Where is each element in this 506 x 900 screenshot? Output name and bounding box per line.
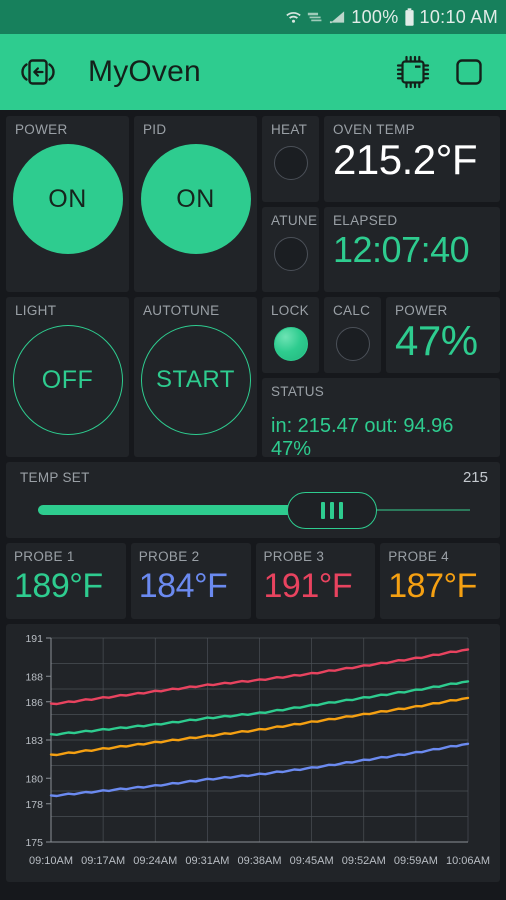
thumb-grip-bar bbox=[338, 502, 343, 519]
chart-x-tick-label: 09:59AM bbox=[394, 855, 438, 867]
wifi-icon bbox=[285, 9, 302, 25]
oven-temp-value: 215.2°F bbox=[333, 136, 478, 183]
power-percent-value: 47% bbox=[395, 317, 478, 364]
oven-temp-label: OVEN TEMP bbox=[333, 122, 415, 137]
lock-indicator-card[interactable]: LOCK bbox=[262, 297, 319, 373]
atune-led bbox=[274, 236, 308, 271]
light-label: LIGHT bbox=[15, 303, 57, 318]
dashboard-content: POWER ON PID ON HEAT ATUNE OVEN TEMP 215… bbox=[0, 110, 506, 882]
thumb-grip-bar bbox=[320, 502, 325, 519]
heat-label: HEAT bbox=[271, 122, 308, 137]
chart-x-tick-label: 09:31AM bbox=[185, 855, 229, 867]
chart-x-tick-label: 10:06AM bbox=[446, 855, 490, 867]
cpu-chip-icon[interactable] bbox=[390, 49, 436, 95]
temp-set-row: TEMP SET 215 bbox=[6, 462, 500, 538]
chart-x-tick-label: 09:38AM bbox=[237, 855, 281, 867]
chart-x-tick-label: 09:52AM bbox=[342, 855, 386, 867]
system-status-bar: 100% 10:10 AM bbox=[0, 0, 506, 34]
oven-temp-card: OVEN TEMP 215.2°F bbox=[324, 116, 500, 202]
lock-led bbox=[274, 327, 308, 361]
chart-y-tick-label: 186 bbox=[25, 697, 43, 709]
atune-indicator-card: ATUNE bbox=[262, 206, 319, 292]
heat-indicator-card: HEAT bbox=[262, 116, 319, 202]
probe-label: PROBE 1 bbox=[14, 549, 75, 564]
chart-y-tick-label: 191 bbox=[25, 633, 43, 645]
elapsed-value: 12:07:40 bbox=[333, 228, 470, 270]
signal-icon bbox=[329, 9, 346, 25]
temperature-chart: 191 188 186 183 180 178 175 09:10AM 09:17AM 09:24… bbox=[25, 633, 490, 867]
probe-card[interactable]: PROBE 4 187°F bbox=[380, 543, 500, 619]
chart-y-tick-label: 175 bbox=[25, 837, 43, 849]
power-percent-card: POWER 47% bbox=[386, 297, 500, 373]
battery-icon bbox=[404, 7, 415, 27]
slider-thumb[interactable] bbox=[286, 492, 377, 529]
chart-y-tick-label: 180 bbox=[25, 773, 43, 785]
temp-set-label: TEMP SET bbox=[20, 470, 90, 485]
control-row-2: LIGHT OFF AUTOTUNE START LOCK CALC POWER… bbox=[6, 297, 500, 460]
temp-set-card[interactable]: TEMP SET 215 bbox=[6, 462, 500, 538]
probe-value: 187°F bbox=[388, 567, 477, 605]
page-title: MyOven bbox=[88, 55, 201, 88]
probe-value: 189°F bbox=[14, 567, 103, 605]
probe-card[interactable]: PROBE 2 184°F bbox=[130, 543, 251, 619]
status-label: STATUS bbox=[271, 384, 325, 399]
probe-value: 184°F bbox=[138, 567, 228, 605]
calc-indicator-card: CALC bbox=[324, 297, 381, 373]
elapsed-label: ELAPSED bbox=[333, 212, 398, 228]
probe-label: PROBE 3 bbox=[263, 549, 325, 564]
chart-y-tick-label: 188 bbox=[25, 671, 43, 683]
status-card: STATUS in: 215.47 out: 94.96 47% bbox=[262, 378, 500, 460]
chart-x-tick-label: 09:24AM bbox=[133, 855, 177, 867]
temp-set-header: TEMP SET 215 bbox=[20, 469, 488, 486]
atune-label: ATUNE bbox=[271, 212, 318, 228]
power-percent-label: POWER bbox=[395, 303, 448, 318]
pid-toggle-card[interactable]: PID ON bbox=[134, 116, 257, 292]
autotune-card[interactable]: AUTOTUNE START bbox=[134, 297, 257, 457]
heat-led bbox=[274, 146, 308, 180]
chart-y-tick-label: 178 bbox=[25, 799, 43, 811]
exit-door-icon[interactable] bbox=[14, 49, 60, 95]
temperature-chart-card: 191 188 186 183 180 178 175 09:10AM 09:17AM 09:24… bbox=[6, 624, 500, 882]
autotune-label: AUTOTUNE bbox=[143, 303, 220, 318]
calc-led bbox=[336, 327, 370, 361]
calc-label: CALC bbox=[333, 303, 371, 318]
pid-label: PID bbox=[143, 122, 167, 137]
probe-value: 191°F bbox=[263, 567, 353, 605]
chart-row: 191 188 186 183 180 178 175 09:10AM 09:17AM 09:24… bbox=[6, 624, 500, 882]
power-toggle-card[interactable]: POWER ON bbox=[6, 116, 129, 292]
probe-label: PROBE 4 bbox=[388, 549, 449, 564]
clock-text: 10:10 AM bbox=[419, 6, 498, 27]
light-toggle-button[interactable]: OFF bbox=[12, 325, 123, 435]
chart-x-tick-label: 09:10AM bbox=[29, 855, 73, 867]
app-bar: MyOven bbox=[0, 34, 506, 110]
oven-controller-screen: 100% 10:10 AM MyOven POWER ON PID ON HEA… bbox=[0, 0, 506, 900]
probe-label: PROBE 2 bbox=[138, 549, 200, 564]
lock-label: LOCK bbox=[271, 303, 309, 318]
control-row-1: POWER ON PID ON HEAT ATUNE OVEN TEMP 215… bbox=[6, 116, 500, 292]
probe-row: PROBE 1 189°F PROBE 2 184°F PROBE 3 191°F PROB… bbox=[6, 543, 500, 619]
pid-toggle-button[interactable]: ON bbox=[140, 144, 251, 254]
elapsed-card: ELAPSED 12:07:40 bbox=[324, 206, 500, 292]
probe-card[interactable]: PROBE 3 191°F bbox=[255, 543, 376, 619]
power-label: POWER bbox=[15, 122, 68, 137]
light-toggle-card[interactable]: LIGHT OFF bbox=[6, 297, 129, 457]
temp-set-slider[interactable] bbox=[20, 488, 488, 532]
battery-percent-text: 100% bbox=[351, 6, 399, 27]
chart-y-tick-label: 183 bbox=[25, 735, 43, 747]
power-toggle-button[interactable]: ON bbox=[12, 144, 123, 254]
thumb-grip-bar bbox=[329, 502, 334, 519]
temp-set-value: 215 bbox=[462, 469, 488, 486]
status-value: in: 215.47 out: 94.96 47% bbox=[271, 415, 454, 460]
autotune-start-button[interactable]: START bbox=[140, 325, 251, 435]
vpn-icon bbox=[307, 10, 324, 24]
probe-card[interactable]: PROBE 1 189°F bbox=[6, 543, 126, 619]
chart-x-tick-label: 09:17AM bbox=[81, 855, 125, 867]
rounded-square-icon[interactable] bbox=[446, 49, 492, 95]
chart-x-tick-label: 09:45AM bbox=[290, 855, 334, 867]
